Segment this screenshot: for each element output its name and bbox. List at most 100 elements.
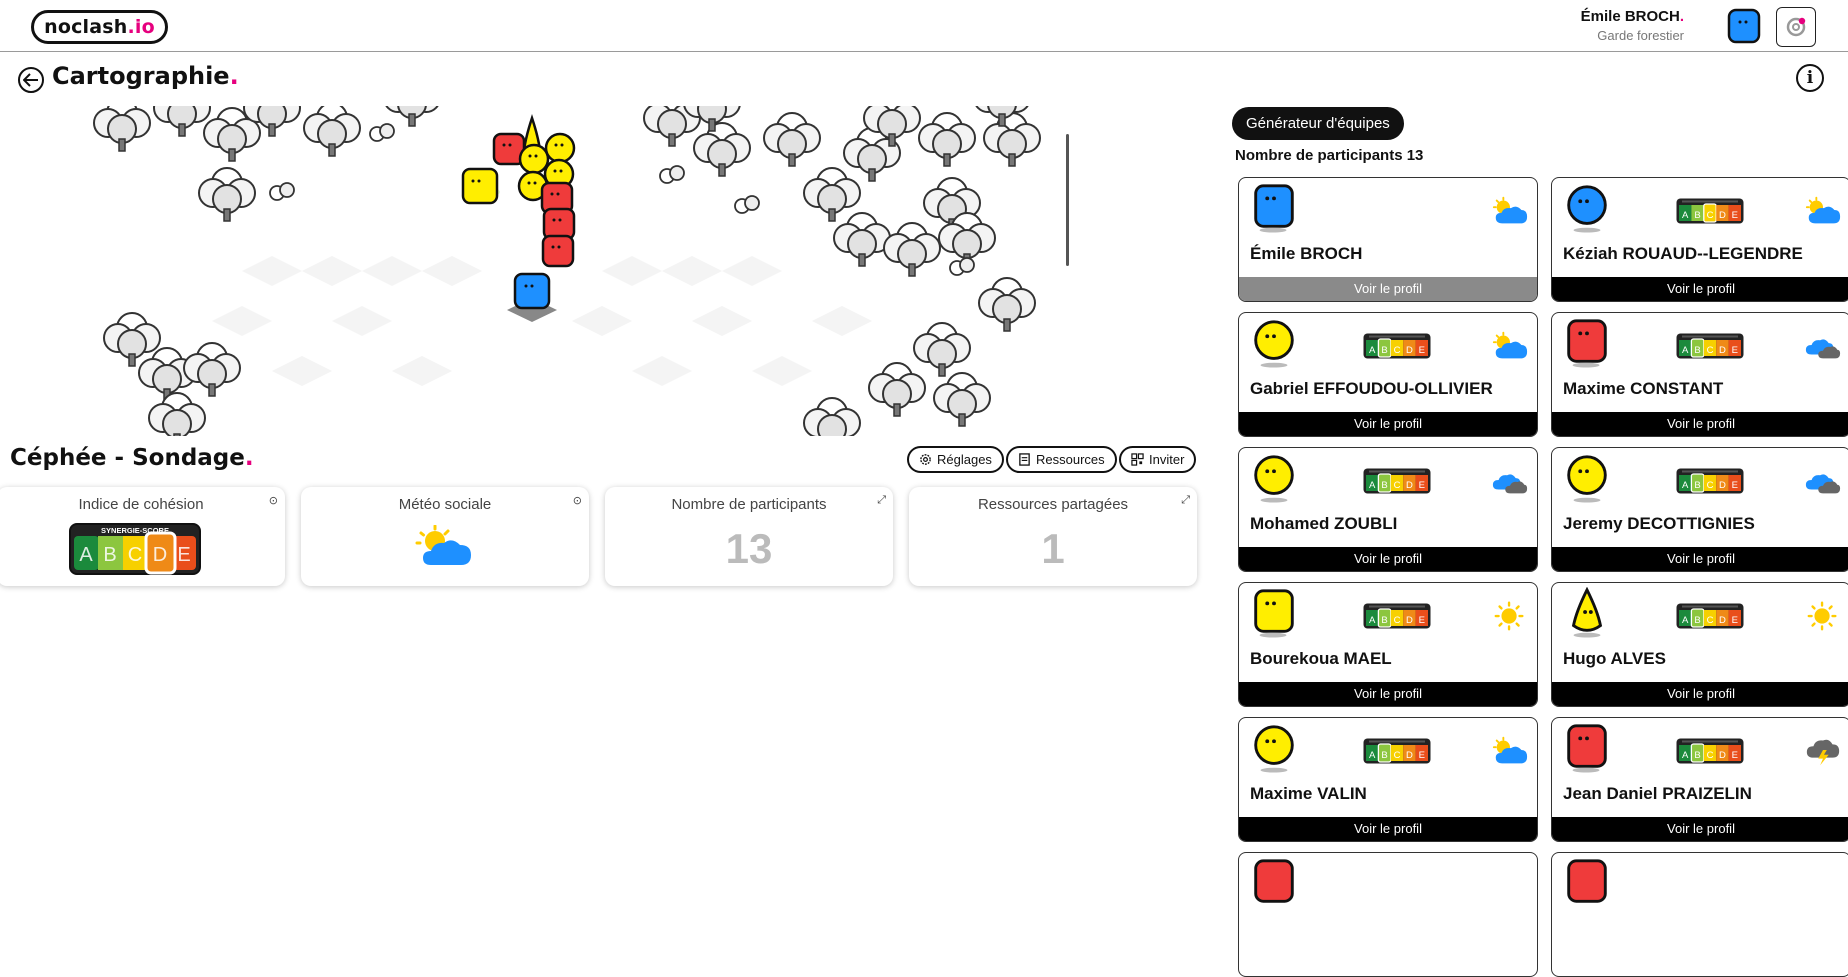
synergie-score-icon: ABCDE <box>1363 468 1431 494</box>
map-scrollbar[interactable] <box>1066 134 1069 266</box>
metric-weather[interactable]: Météo sociale ⊙ <box>301 487 589 586</box>
svg-text:C: C <box>1394 345 1401 356</box>
clouds-icon <box>1492 474 1528 494</box>
participant-card[interactable]: Émile BROCH Voir le profil <box>1238 177 1538 302</box>
view-profile-button[interactable]: Voir le profil <box>1552 682 1848 706</box>
svg-text:D: D <box>1719 750 1726 761</box>
view-profile-button[interactable]: Voir le profil <box>1552 547 1848 571</box>
participant-card[interactable]: A B C D E Jean Daniel PRAIZELIN Voir le profil <box>1551 717 1848 842</box>
svg-text:A: A <box>1369 480 1376 491</box>
view-profile-button[interactable]: Voir le profil <box>1552 412 1848 436</box>
user-role: Garde forestier <box>1597 28 1684 43</box>
view-profile-button[interactable]: Voir le profil <box>1239 817 1537 841</box>
participant-avatar-icon <box>1567 724 1607 773</box>
svg-text:D: D <box>1719 480 1726 491</box>
synergie-score-badge: SYNERGIE-SCORE A B C D E <box>69 523 201 575</box>
metric-resources[interactable]: Ressources partagées ⤢ 1 <box>909 487 1197 586</box>
view-profile-button[interactable]: Voir le profil <box>1239 682 1537 706</box>
participant-card[interactable] <box>1238 852 1538 977</box>
participant-avatar-icon <box>1254 725 1294 773</box>
expand-icon[interactable]: ⤢ <box>877 494 886 507</box>
settings-study-button[interactable]: Réglages <box>907 446 1004 473</box>
metric-label: Indice de cohésion <box>78 496 204 513</box>
participants-value: 13 <box>725 525 773 572</box>
participant-card[interactable] <box>1551 852 1848 977</box>
svg-text:E: E <box>1732 210 1738 221</box>
svg-text:E: E <box>1419 480 1425 491</box>
sun-cloud-icon <box>1805 196 1841 224</box>
resources-button[interactable]: Ressources <box>1006 446 1117 473</box>
user-avatar-icon[interactable] <box>1726 7 1762 45</box>
info-icon: i <box>1806 68 1814 88</box>
participant-card[interactable]: A B C D E Hugo ALVES Voir le profil <box>1551 582 1848 707</box>
sun-cloud-icon <box>1492 331 1528 359</box>
participant-name: Maxime VALIN <box>1250 784 1367 803</box>
svg-text:A: A <box>1682 615 1689 626</box>
synergie-score-icon: ABCDE <box>1363 603 1431 629</box>
participant-name: Maxime CONSTANT <box>1563 379 1724 398</box>
svg-text:C: C <box>1394 615 1401 626</box>
svg-text:C: C <box>1707 210 1714 221</box>
participant-card[interactable]: A B C D E Maxime VALIN Voir le profil <box>1238 717 1538 842</box>
view-profile-button[interactable]: Voir le profil <box>1239 412 1537 436</box>
participant-name: Mohamed ZOUBLI <box>1250 514 1398 533</box>
top-bar: noclash.io Émile BROCH. Garde forestier <box>0 0 1848 52</box>
app-logo[interactable]: noclash.io <box>31 10 168 44</box>
info-button[interactable]: i <box>1796 64 1824 92</box>
svg-text:B: B <box>1694 210 1700 221</box>
view-profile-button[interactable]: Voir le profil <box>1552 817 1848 841</box>
invite-label: Inviter <box>1149 452 1185 467</box>
metric-participants[interactable]: Nombre de participants ⤢ 13 <box>605 487 893 586</box>
gear-icon <box>1786 17 1806 37</box>
cog-icon <box>920 454 931 465</box>
sun-cloud-icon <box>1492 736 1528 764</box>
svg-text:E: E <box>1732 615 1738 626</box>
metric-cohesion[interactable]: Indice de cohésion ⊙ SYNERGIE-SCORE A B … <box>0 487 285 586</box>
participant-card[interactable]: A B C D E Bourekoua MAEL Voir le profil <box>1238 582 1538 707</box>
svg-text:A: A <box>1369 615 1376 626</box>
sun-icon <box>1494 601 1524 631</box>
target-icon[interactable]: ⊙ <box>269 494 278 507</box>
team-map[interactable] <box>72 106 1072 436</box>
svg-text:E: E <box>1732 750 1738 761</box>
participant-card[interactable]: A B C D E Mohamed ZOUBLI Voir le profil <box>1238 447 1538 572</box>
score-letter: E <box>177 544 190 566</box>
resources-value: 1 <box>1041 525 1065 572</box>
participant-card[interactable]: A B C D E Jeremy DECOTTIGNIES Voir le profil <box>1551 447 1848 572</box>
sun-cloud-icon <box>415 525 471 565</box>
invite-button[interactable]: Inviter <box>1119 446 1197 473</box>
map-avatars <box>461 114 576 322</box>
svg-text:B: B <box>1694 750 1700 761</box>
sun-icon <box>1807 601 1837 631</box>
svg-text:D: D <box>1719 345 1726 356</box>
target-icon[interactable]: ⊙ <box>573 494 582 507</box>
participant-avatar-icon <box>1254 320 1294 368</box>
view-profile-button[interactable]: Voir le profil <box>1239 277 1537 301</box>
study-title: Céphée - Sondage. <box>10 445 254 471</box>
settings-button[interactable] <box>1776 7 1816 47</box>
svg-text:C: C <box>1707 750 1714 761</box>
view-profile-button[interactable]: Voir le profil <box>1552 277 1848 301</box>
score-letter: A <box>79 544 93 566</box>
participant-name: Gabriel EFFOUDOU-OLLIVIER <box>1250 379 1493 398</box>
svg-text:E: E <box>1419 345 1425 356</box>
document-icon <box>1019 453 1030 466</box>
view-profile-button[interactable]: Voir le profil <box>1239 547 1537 571</box>
participant-card[interactable]: A B C D E Maxime CONSTANT Voir le profil <box>1551 312 1848 437</box>
svg-text:B: B <box>1381 345 1387 356</box>
svg-text:A: A <box>1369 750 1376 761</box>
svg-text:D: D <box>1719 210 1726 221</box>
participant-avatar-icon <box>1571 587 1603 638</box>
synergie-score-icon: ABCDE <box>1676 468 1744 494</box>
team-generator-button[interactable]: Générateur d'équipes <box>1232 107 1404 140</box>
participant-name: Jean Daniel PRAIZELIN <box>1563 784 1752 803</box>
expand-icon[interactable]: ⤢ <box>1181 494 1190 507</box>
back-button[interactable] <box>18 67 44 93</box>
participant-card[interactable]: A B C D E Gabriel EFFOUDOU-OLLIVIER Voir le pr… <box>1238 312 1538 437</box>
participant-avatar-icon <box>1254 589 1294 638</box>
svg-text:C: C <box>1707 615 1714 626</box>
synergie-score-icon: ABCDE <box>1676 738 1744 764</box>
svg-text:C: C <box>1394 480 1401 491</box>
user-name: Émile BROCH. <box>1580 8 1684 25</box>
participant-card[interactable]: A B C D E Kéziah ROUAUD--LEGENDRE Voir le prof… <box>1551 177 1848 302</box>
